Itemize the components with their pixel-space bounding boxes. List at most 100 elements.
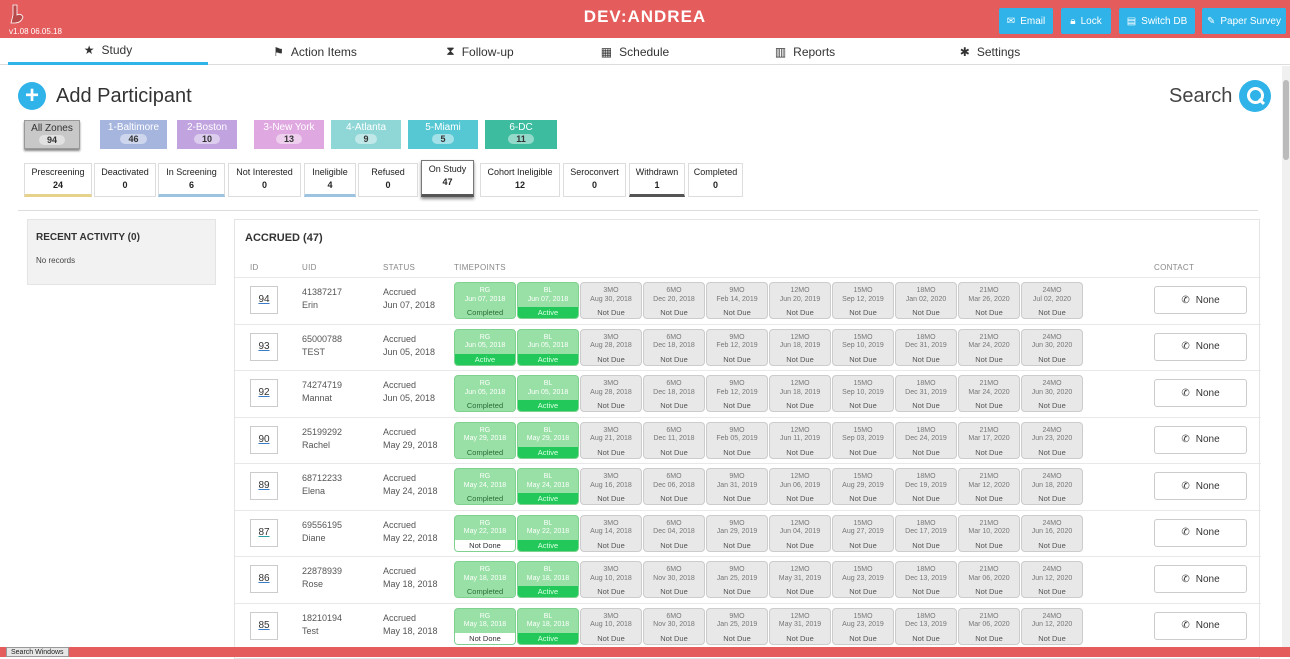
timepoint-21mo[interactable]: 21MO Mar 06, 2020 Not Due <box>958 561 1020 598</box>
zone-filter-5[interactable]: 5-Miami 5 <box>408 120 478 149</box>
status-filter-2[interactable]: In Screening 6 <box>158 163 225 197</box>
timepoint-18mo[interactable]: 18MO Dec 13, 2019 Not Due <box>895 607 957 645</box>
timepoint-rg[interactable]: RG Jun 07, 2018 Completed <box>454 282 516 319</box>
timepoint-24mo[interactable]: 24MO Jun 30, 2020 Not Due <box>1021 328 1083 366</box>
timepoint-9mo[interactable]: 9MO Feb 14, 2019 Not Due <box>706 282 768 319</box>
timepoint-24mo[interactable]: 24MO Jun 12, 2020 Not Due <box>1021 607 1083 645</box>
timepoint-bl[interactable]: BL May 29, 2018 Active <box>517 421 579 459</box>
timepoint-6mo[interactable]: 6MO Nov 30, 2018 Not Due <box>643 607 705 645</box>
timepoint-12mo[interactable]: 12MO May 31, 2019 Not Due <box>769 561 831 598</box>
timepoint-15mo[interactable]: 15MO Aug 23, 2019 Not Due <box>832 561 894 598</box>
timepoint-12mo[interactable]: 12MO Jun 20, 2019 Not Due <box>769 282 831 319</box>
tab-schedule[interactable]: ▦ Schedule <box>575 38 695 65</box>
timepoint-12mo[interactable]: 12MO May 31, 2019 Not Due <box>769 607 831 645</box>
paper-survey-button[interactable]: ✎ Paper Survey <box>1202 8 1286 34</box>
timepoint-21mo[interactable]: 21MO Mar 24, 2020 Not Due <box>958 328 1020 366</box>
timepoint-6mo[interactable]: 6MO Dec 06, 2018 Not Due <box>643 468 705 505</box>
zone-filter-2[interactable]: 2-Boston 10 <box>177 120 237 149</box>
contact-button[interactable]: ✆ None <box>1154 472 1247 500</box>
timepoint-24mo[interactable]: 24MO Jul 02, 2020 Not Due <box>1021 282 1083 319</box>
status-filter-5[interactable]: Refused 0 <box>358 163 418 197</box>
switch-db-button[interactable]: ▤ Switch DB <box>1119 8 1195 34</box>
timepoint-12mo[interactable]: 12MO Jun 18, 2019 Not Due <box>769 328 831 366</box>
timepoint-3mo[interactable]: 3MO Aug 14, 2018 Not Due <box>580 514 642 552</box>
participant-id-link[interactable]: 93 <box>250 332 278 361</box>
timepoint-12mo[interactable]: 12MO Jun 04, 2019 Not Due <box>769 514 831 552</box>
timepoint-18mo[interactable]: 18MO Dec 17, 2019 Not Due <box>895 514 957 552</box>
timepoint-6mo[interactable]: 6MO Nov 30, 2018 Not Due <box>643 561 705 598</box>
timepoint-9mo[interactable]: 9MO Feb 12, 2019 Not Due <box>706 375 768 412</box>
timepoint-6mo[interactable]: 6MO Dec 18, 2018 Not Due <box>643 375 705 412</box>
timepoint-6mo[interactable]: 6MO Dec 20, 2018 Not Due <box>643 282 705 319</box>
timepoint-15mo[interactable]: 15MO Sep 12, 2019 Not Due <box>832 282 894 319</box>
zone-filter-6[interactable]: 6-DC 11 <box>485 120 557 149</box>
participant-id-link[interactable]: 89 <box>250 472 278 500</box>
status-filter-9[interactable]: Withdrawn 1 <box>629 163 685 197</box>
timepoint-3mo[interactable]: 3MO Aug 30, 2018 Not Due <box>580 282 642 319</box>
timepoint-9mo[interactable]: 9MO Jan 25, 2019 Not Due <box>706 607 768 645</box>
timepoint-rg[interactable]: RG May 18, 2018 Completed <box>454 561 516 598</box>
zone-filter-4[interactable]: 4-Atlanta 9 <box>331 120 401 149</box>
timepoint-rg[interactable]: RG May 22, 2018 Not Done <box>454 514 516 552</box>
participant-id-link[interactable]: 86 <box>250 565 278 593</box>
tab-settings[interactable]: ✱ Settings <box>930 38 1050 65</box>
timepoint-bl[interactable]: BL Jun 05, 2018 Active <box>517 328 579 366</box>
timepoint-3mo[interactable]: 3MO Aug 16, 2018 Not Due <box>580 468 642 505</box>
timepoint-15mo[interactable]: 15MO Sep 10, 2019 Not Due <box>832 328 894 366</box>
status-filter-0[interactable]: Prescreening 24 <box>24 163 92 197</box>
timepoint-6mo[interactable]: 6MO Dec 11, 2018 Not Due <box>643 421 705 459</box>
timepoint-21mo[interactable]: 21MO Mar 24, 2020 Not Due <box>958 375 1020 412</box>
participant-id-link[interactable]: 92 <box>250 379 278 407</box>
timepoint-15mo[interactable]: 15MO Sep 10, 2019 Not Due <box>832 375 894 412</box>
timepoint-bl[interactable]: BL Jun 05, 2018 Active <box>517 375 579 412</box>
timepoint-15mo[interactable]: 15MO Aug 27, 2019 Not Due <box>832 514 894 552</box>
timepoint-18mo[interactable]: 18MO Dec 31, 2019 Not Due <box>895 328 957 366</box>
timepoint-18mo[interactable]: 18MO Dec 19, 2019 Not Due <box>895 468 957 505</box>
timepoint-12mo[interactable]: 12MO Jun 06, 2019 Not Due <box>769 468 831 505</box>
timepoint-rg[interactable]: RG May 24, 2018 Completed <box>454 468 516 505</box>
timepoint-24mo[interactable]: 24MO Jun 23, 2020 Not Due <box>1021 421 1083 459</box>
zone-filter-3[interactable]: 3-New York 13 <box>254 120 324 149</box>
tab-follow-up[interactable]: ⧗ Follow-up <box>420 38 540 65</box>
timepoint-3mo[interactable]: 3MO Aug 28, 2018 Not Due <box>580 328 642 366</box>
timepoint-21mo[interactable]: 21MO Mar 10, 2020 Not Due <box>958 514 1020 552</box>
timepoint-rg[interactable]: RG May 29, 2018 Completed <box>454 421 516 459</box>
timepoint-15mo[interactable]: 15MO Aug 23, 2019 Not Due <box>832 607 894 645</box>
timepoint-bl[interactable]: BL Jun 07, 2018 Active <box>517 282 579 319</box>
timepoint-bl[interactable]: BL May 18, 2018 Active <box>517 561 579 598</box>
participant-id-link[interactable]: 94 <box>250 286 278 314</box>
contact-button[interactable]: ✆ None <box>1154 379 1247 407</box>
timepoint-15mo[interactable]: 15MO Sep 03, 2019 Not Due <box>832 421 894 459</box>
timepoint-18mo[interactable]: 18MO Dec 24, 2019 Not Due <box>895 421 957 459</box>
status-filter-8[interactable]: Seroconvert 0 <box>563 163 626 197</box>
zone-filter-0[interactable]: All Zones 94 <box>24 120 80 149</box>
timepoint-24mo[interactable]: 24MO Jun 30, 2020 Not Due <box>1021 375 1083 412</box>
timepoint-6mo[interactable]: 6MO Dec 18, 2018 Not Due <box>643 328 705 366</box>
timepoint-3mo[interactable]: 3MO Aug 10, 2018 Not Due <box>580 607 642 645</box>
timepoint-9mo[interactable]: 9MO Jan 31, 2019 Not Due <box>706 468 768 505</box>
timepoint-6mo[interactable]: 6MO Dec 04, 2018 Not Due <box>643 514 705 552</box>
lock-button[interactable]: 🔒︎ Lock <box>1061 8 1111 34</box>
timepoint-21mo[interactable]: 21MO Mar 26, 2020 Not Due <box>958 282 1020 319</box>
status-filter-6[interactable]: On Study 47 <box>421 160 474 197</box>
contact-button[interactable]: ✆ None <box>1154 518 1247 547</box>
timepoint-bl[interactable]: BL May 22, 2018 Active <box>517 514 579 552</box>
contact-button[interactable]: ✆ None <box>1154 332 1247 361</box>
timepoint-9mo[interactable]: 9MO Feb 05, 2019 Not Due <box>706 421 768 459</box>
add-participant-button[interactable]: + Add Participant <box>18 82 192 110</box>
timepoint-3mo[interactable]: 3MO Aug 21, 2018 Not Due <box>580 421 642 459</box>
search-button[interactable]: Search <box>1169 80 1272 112</box>
timepoint-21mo[interactable]: 21MO Mar 12, 2020 Not Due <box>958 468 1020 505</box>
status-filter-7[interactable]: Cohort Ineligible 12 <box>480 163 560 197</box>
timepoint-21mo[interactable]: 21MO Mar 17, 2020 Not Due <box>958 421 1020 459</box>
timepoint-9mo[interactable]: 9MO Jan 25, 2019 Not Due <box>706 561 768 598</box>
zone-filter-1[interactable]: 1-Baltimore 46 <box>100 120 167 149</box>
contact-button[interactable]: ✆ None <box>1154 611 1247 640</box>
status-filter-3[interactable]: Not Interested 0 <box>228 163 301 197</box>
timepoint-24mo[interactable]: 24MO Jun 18, 2020 Not Due <box>1021 468 1083 505</box>
search-windows-button[interactable]: Search Windows <box>6 647 69 657</box>
participant-id-link[interactable]: 87 <box>250 518 278 547</box>
timepoint-18mo[interactable]: 18MO Dec 31, 2019 Not Due <box>895 375 957 412</box>
timepoint-12mo[interactable]: 12MO Jun 18, 2019 Not Due <box>769 375 831 412</box>
timepoint-3mo[interactable]: 3MO Aug 10, 2018 Not Due <box>580 561 642 598</box>
